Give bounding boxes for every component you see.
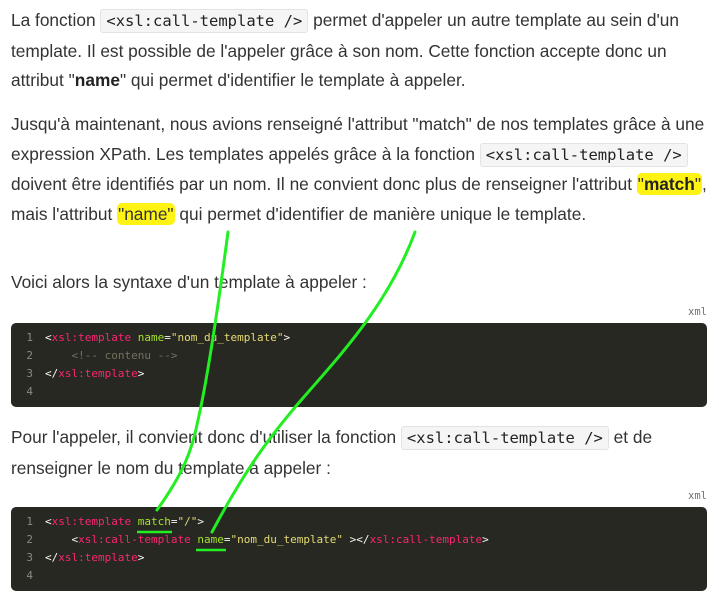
code-line: 4 <box>26 569 33 582</box>
code-line: 4 <box>26 385 33 398</box>
bold-name: name <box>74 70 120 90</box>
code-lang-label: xml <box>688 306 707 318</box>
code-line: 1 <xsl:template name="nom_du_template"> <box>26 331 291 344</box>
code-block-call: 1 <xsl:template match="/"> 2 <xsl:call-te… <box>11 507 707 591</box>
paragraph-syntax-intro: Voici alors la syntaxe d'un template à a… <box>11 272 367 292</box>
inline-code-call-template: <xsl:call-template /> <box>479 142 688 167</box>
code-line: 2 <!-- contenu --> <box>26 349 178 362</box>
code-line: 1 <xsl:template match="/"> <box>26 515 204 528</box>
code-block-template: 1 <xsl:template name="nom_du_template"> 2… <box>11 323 707 407</box>
inline-code-call-template: <xsl:call-template /> <box>400 426 609 450</box>
code-line: 3 </xsl:template> <box>26 367 145 380</box>
paragraph-intro: La fonction <xsl:call-template /> permet… <box>11 9 680 90</box>
inline-code-call-template: <xsl:call-template /> <box>100 9 309 33</box>
paragraph-call-intro: Pour l'appeler, il convient donc d'utili… <box>11 426 653 478</box>
paragraph-explanation: Jusqu'à maintenant, nous avions renseign… <box>11 114 707 225</box>
code-lang-label: xml <box>688 490 707 502</box>
code-line: 2 <xsl:call-template name="nom_du_templa… <box>26 533 489 546</box>
highlight-name: "name" <box>117 202 175 225</box>
code-line: 3 </xsl:template> <box>26 551 145 564</box>
highlight-match: "match" <box>636 173 702 195</box>
